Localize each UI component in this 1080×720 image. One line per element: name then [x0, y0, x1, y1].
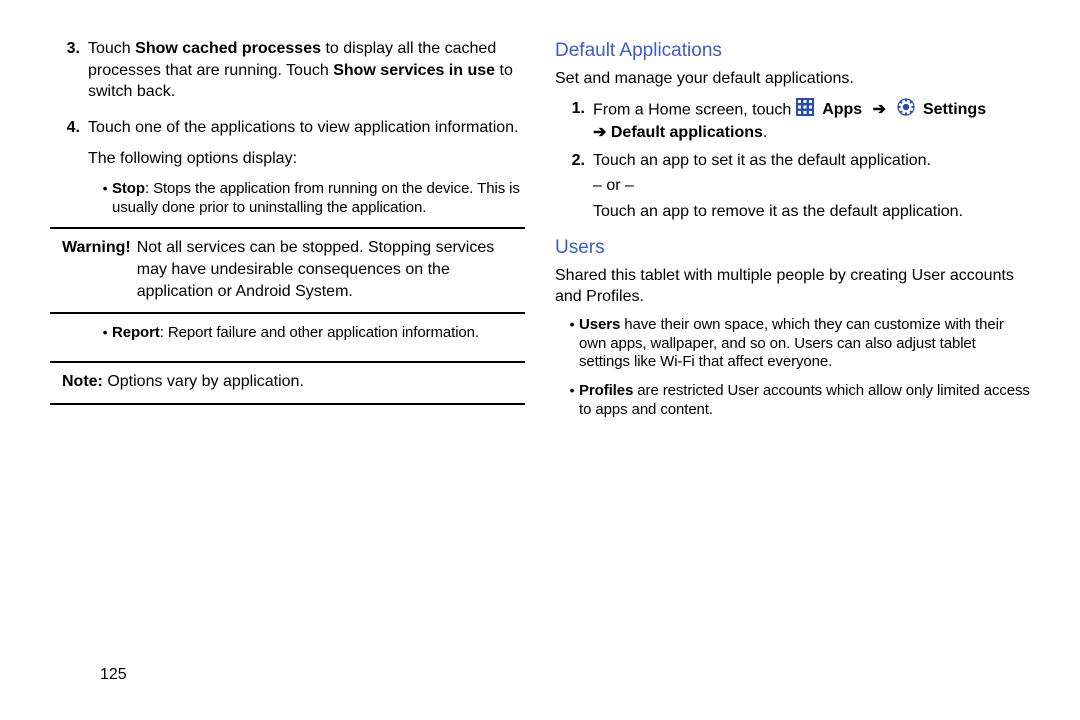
text: From a Home screen, touch [593, 101, 796, 118]
list-item-3: 3. Touch Show cached processes to displa… [50, 38, 525, 103]
bullet-text: : Stops the application from running on … [112, 180, 520, 216]
left-column: 3. Touch Show cached processes to displa… [50, 38, 525, 680]
list-number: 3. [50, 38, 80, 103]
bullet-dot: • [565, 316, 579, 372]
warning-text: Not all services can be stopped. Stoppin… [137, 237, 525, 302]
note-block: Note: Options vary by application. [62, 371, 525, 393]
list-number: 4. [50, 117, 80, 139]
options-intro: The following options display: [88, 148, 525, 170]
heading-default-applications: Default Applications [555, 40, 1030, 62]
step-1: 1. From a Home screen, touch Apps ➔ [555, 98, 1030, 144]
warning-label: Warning! [62, 239, 131, 256]
step-2: 2. Touch an app to set it as the default… [555, 150, 1030, 223]
intro-text: Shared this tablet with multiple people … [555, 265, 1030, 308]
text: Touch one of the applications to view ap… [88, 117, 525, 139]
arrow-text: ➔ [593, 124, 611, 141]
bullet-label: Stop [112, 180, 145, 197]
bullet-profiles: • Profiles are restricted User accounts … [565, 382, 1030, 420]
text: . [763, 124, 767, 141]
bullet-stop: • Stop: Stops the application from runni… [98, 180, 525, 218]
note-text: Options vary by application. [103, 373, 304, 390]
warning-block: Warning! Not all services can be stopped… [50, 237, 525, 302]
bullet-report: • Report: Report failure and other appli… [98, 324, 525, 343]
list-item-4: 4. Touch one of the applications to view… [50, 117, 525, 139]
page-number: 125 [100, 666, 127, 684]
bullet-users: • Users have their own space, which they… [565, 316, 1030, 372]
bullet-text: : Report failure and other application i… [160, 324, 479, 341]
list-number: 1. [555, 98, 585, 144]
bold-text: Show services in use [333, 62, 495, 79]
intro-text: Set and manage your default applications… [555, 68, 1030, 90]
horizontal-rule [50, 227, 525, 229]
horizontal-rule [50, 312, 525, 314]
settings-label: Settings [923, 101, 986, 118]
default-apps-label: Default applications [611, 124, 763, 141]
heading-users: Users [555, 237, 1030, 259]
arrow-icon: ➔ [873, 99, 886, 121]
or-text: – or – [593, 175, 1030, 197]
bullet-label: Profiles [579, 382, 633, 399]
apps-label: Apps [822, 101, 862, 118]
right-column: Default Applications Set and manage your… [555, 38, 1030, 680]
text: Touch [88, 40, 135, 57]
text: Touch an app to set it as the default ap… [593, 150, 1030, 172]
bullet-dot: • [565, 382, 579, 420]
settings-gear-icon [897, 98, 915, 123]
bullet-dot: • [98, 324, 112, 343]
horizontal-rule [50, 403, 525, 405]
text: Touch an app to remove it as the default… [593, 201, 1030, 223]
bullet-dot: • [98, 180, 112, 218]
list-number: 2. [555, 150, 585, 223]
bullet-text: are restricted User accounts which allow… [579, 382, 1030, 418]
apps-grid-icon [796, 98, 814, 123]
note-label: Note: [62, 373, 103, 390]
bullet-label: Report [112, 324, 160, 341]
horizontal-rule [50, 361, 525, 363]
bold-text: Show cached processes [135, 40, 321, 57]
bullet-label: Users [579, 316, 620, 333]
bullet-text: have their own space, which they can cus… [579, 316, 1004, 371]
